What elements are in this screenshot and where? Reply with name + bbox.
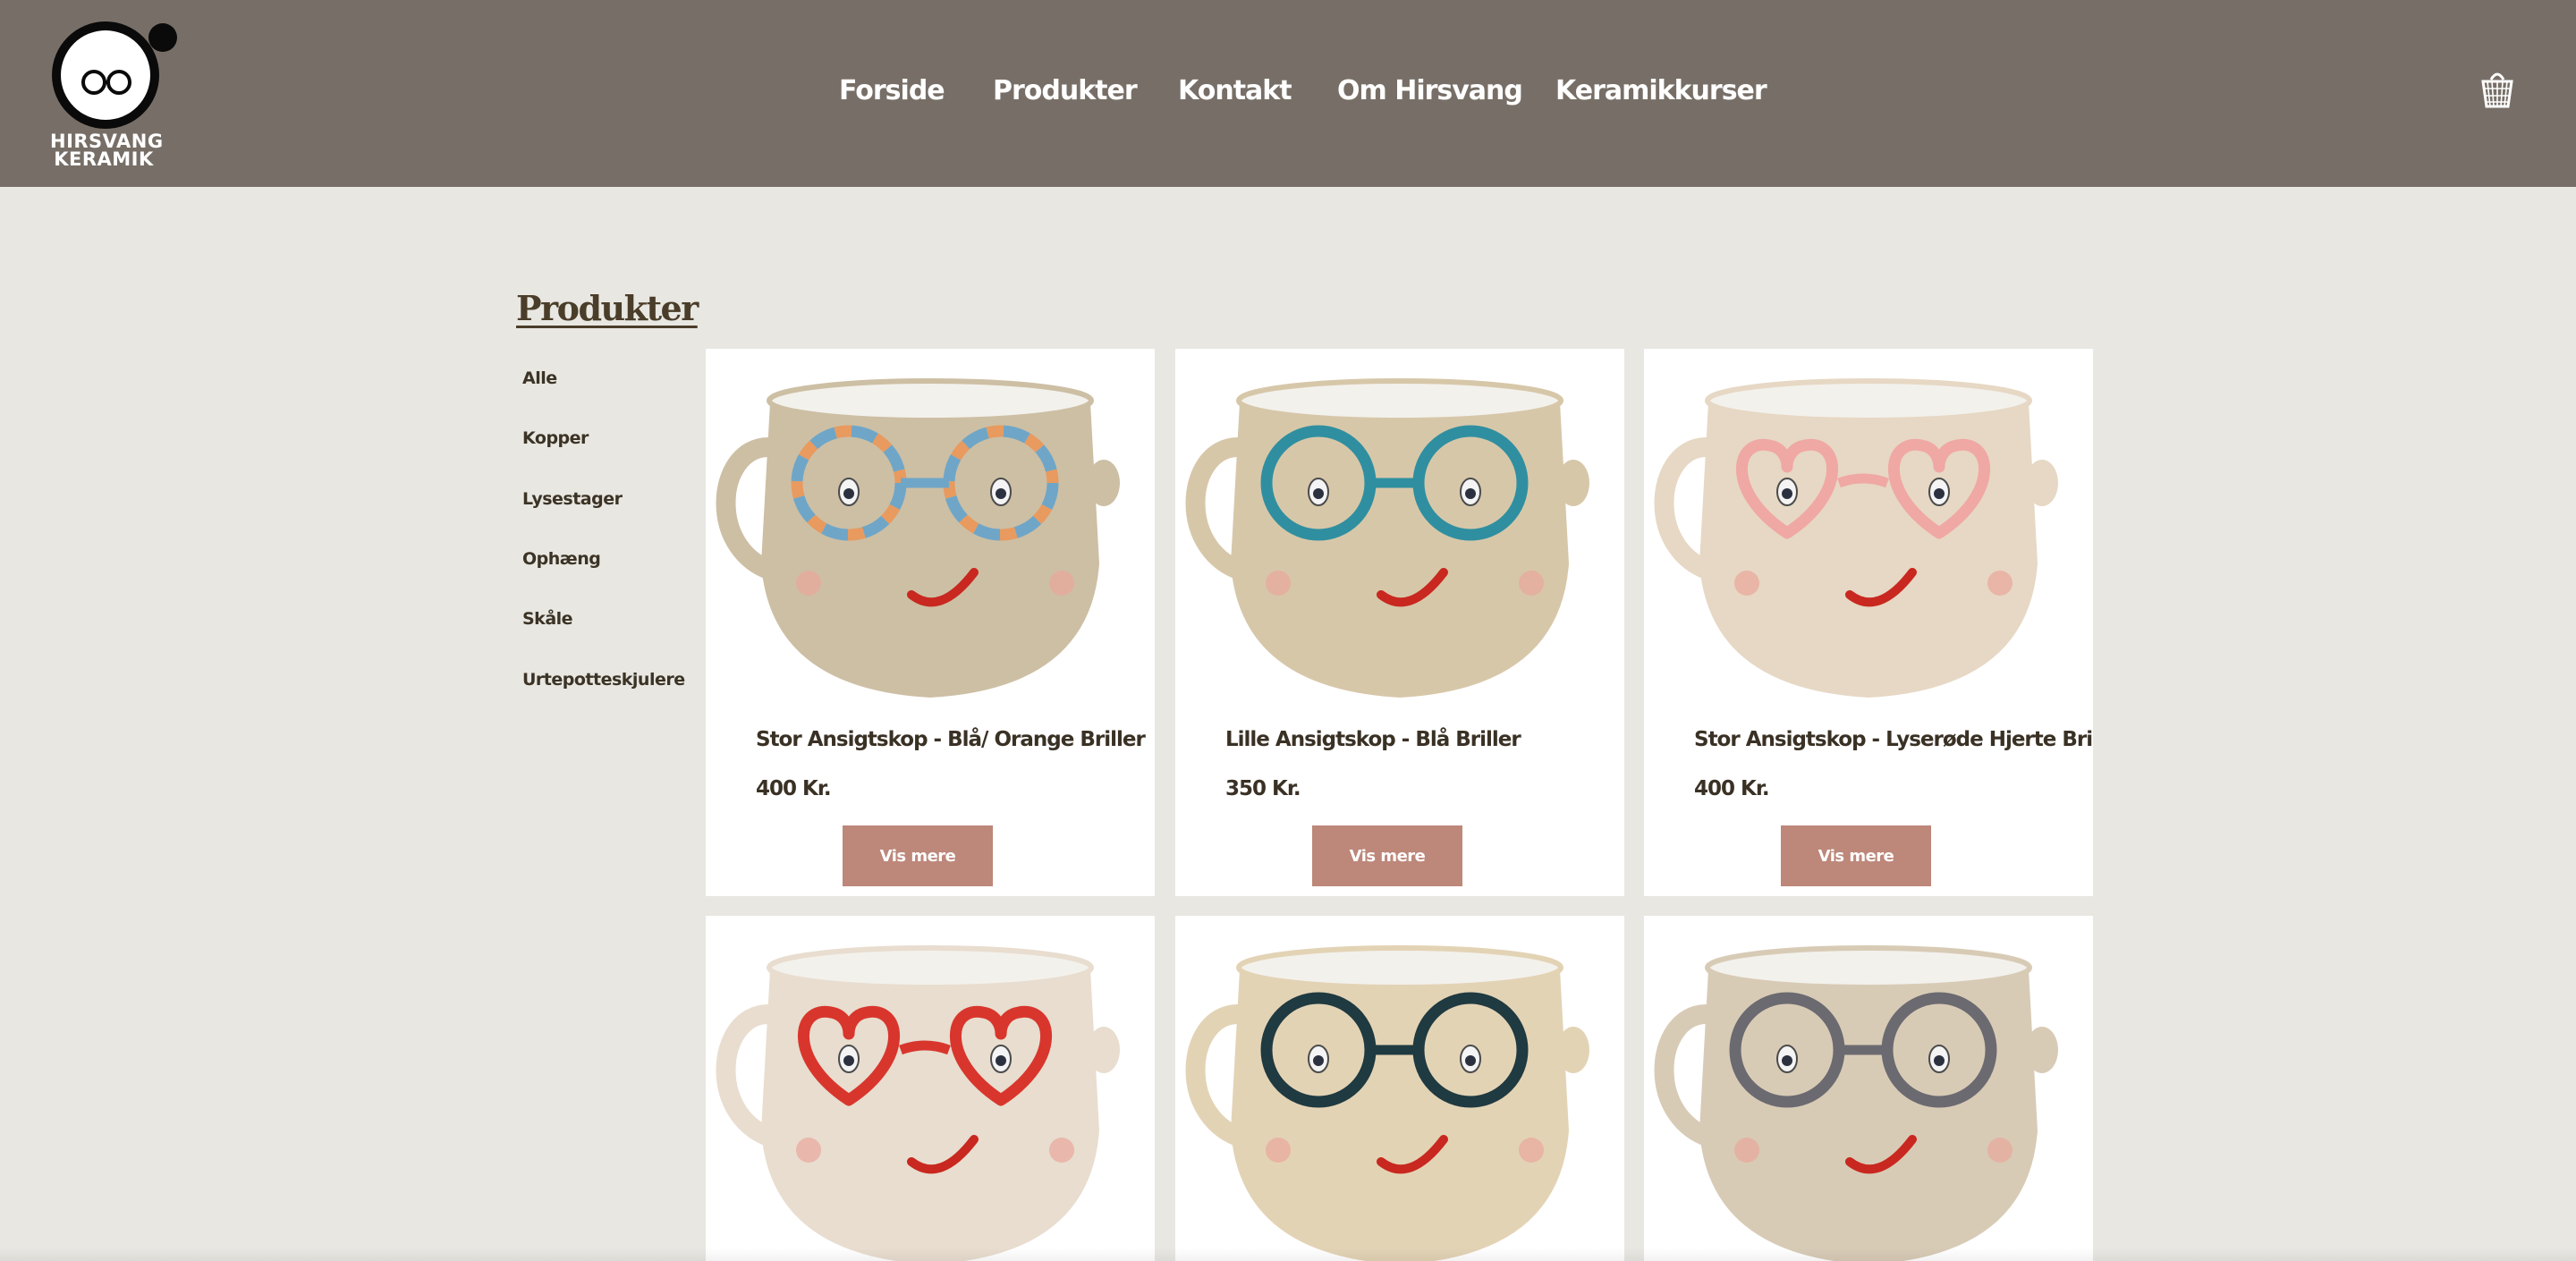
basket-icon[interactable] [2479,69,2515,110]
brand-logo[interactable]: HIRSVANG KERAMIK [45,16,179,170]
nav-keramikkurser[interactable]: Keramikkurser [1555,75,1767,106]
product-price: 400 Kr. [1694,777,1770,800]
category-urtepotteskjulere[interactable]: Urtepotteskjulere [522,670,685,690]
product-card[interactable]: Stor Ansigtskop - Lyserøde Hjerte Brille… [1644,349,2093,896]
product-card[interactable]: Lille Ansigtskop - Blå Briller 350 Kr. Vis… [1175,349,1624,896]
category-kopper[interactable]: Kopper [522,428,589,448]
product-title[interactable]: Stor Ansigtskop - Lyserøde Hjerte Brille… [1694,728,2093,751]
site-header: HIRSVANG KERAMIK Forside Produkter Konta… [0,0,2576,187]
logo-face-icon [52,21,177,129]
nav-om-hirsvang[interactable]: Om Hirsvang [1337,75,1523,106]
nav-kontakt[interactable]: Kontakt [1178,75,1292,106]
logo-wordmark: HIRSVANG KERAMIK [50,131,164,170]
category-skaale[interactable]: Skåle [522,609,573,629]
product-price: 400 Kr. [756,777,832,800]
product-card[interactable] [1175,916,1624,1261]
page-fade [0,1248,2576,1261]
vis-mere-button[interactable]: Vis mere [1312,825,1462,886]
mug-image[interactable] [706,349,1155,724]
mug-image[interactable] [706,916,1155,1261]
mug-image[interactable] [1175,916,1624,1261]
vis-mere-button[interactable]: Vis mere [843,825,993,886]
product-card[interactable] [1644,916,2093,1261]
vis-mere-button[interactable]: Vis mere [1781,825,1931,886]
product-card[interactable]: Stor Ansigtskop - Blå/ Orange Briller 400… [706,349,1155,896]
category-ophaeng[interactable]: Ophæng [522,549,601,569]
nav-forside[interactable]: Forside [839,75,945,106]
product-card[interactable] [706,916,1155,1261]
category-lysestager[interactable]: Lysestager [522,489,623,509]
page-title: Produkter [516,288,699,328]
mug-image[interactable] [1644,916,2093,1261]
product-title[interactable]: Stor Ansigtskop - Blå/ Orange Briller [756,728,1155,751]
mug-image[interactable] [1644,349,2093,724]
category-alle[interactable]: Alle [522,368,557,388]
logo-line2: KERAMIK [54,148,154,170]
logo-line1: HIRSVANG [50,131,164,152]
mug-image[interactable] [1175,349,1624,724]
product-price: 350 Kr. [1225,777,1301,800]
product-title[interactable]: Lille Ansigtskop - Blå Briller [1225,728,1624,751]
nav-produkter[interactable]: Produkter [993,75,1138,106]
